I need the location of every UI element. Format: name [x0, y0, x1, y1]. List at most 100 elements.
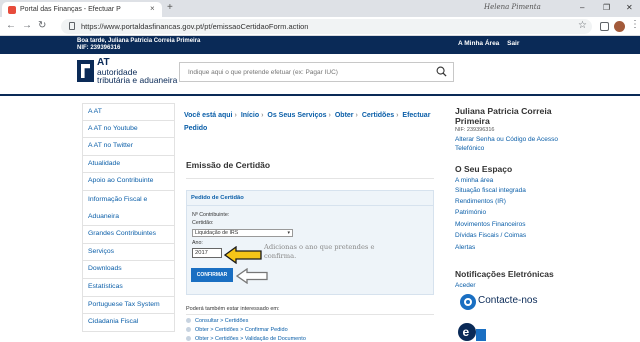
yellow-arrow-icon: [224, 246, 262, 264]
sidebar-item-informacao[interactable]: Informação Fiscal e Aduaneira: [82, 190, 175, 227]
form-heading: Pedido de Certidão: [191, 195, 244, 201]
forward-icon[interactable]: →: [22, 20, 32, 32]
breadcrumb-separator: ›: [396, 112, 399, 119]
profile-avatar[interactable]: [614, 21, 625, 32]
breadcrumb-obter[interactable]: Obter: [335, 112, 354, 119]
new-tab-icon[interactable]: +: [167, 2, 173, 14]
annotation-note: Adicionas o ano que pretendes e confirma…: [264, 243, 375, 260]
also-link[interactable]: Obter > Certidões > Validação de Documen…: [186, 336, 306, 342]
sidebar-item-youtube[interactable]: A AT no Youtube: [82, 120, 175, 139]
contact-icon: [460, 294, 476, 310]
bookmark-star-icon[interactable]: ☆: [578, 20, 587, 32]
search-box: [179, 62, 454, 82]
espaco-link[interactable]: Rendimentos (IR): [455, 198, 506, 205]
browser-tab[interactable]: Portal das Finanças - Efectuar P ×: [2, 2, 162, 17]
tab-close-icon[interactable]: ×: [150, 3, 155, 15]
breadcrumb-separator: ›: [261, 112, 264, 119]
sidebar-item-atualidade[interactable]: Atualidade: [82, 155, 175, 174]
browser-tabbar: Portal das Finanças - Efectuar P × + Hel…: [0, 0, 640, 17]
search-input[interactable]: [180, 63, 425, 81]
sidebar-item-tax-system[interactable]: Portuguese Tax System: [82, 296, 175, 315]
gray-arrow-icon: [236, 268, 268, 284]
breadcrumb-separator: ›: [328, 112, 331, 119]
espaco-link[interactable]: Situação fiscal integrada: [455, 187, 526, 194]
certificate-select[interactable]: Liquidação de IRS ▾: [192, 229, 293, 237]
sidebar-item-cidadania[interactable]: Cidadania Fiscal: [82, 314, 175, 332]
title-divider: [186, 178, 434, 179]
breadcrumb-inicio[interactable]: Início: [241, 112, 259, 119]
chevron-down-icon: ▾: [287, 230, 290, 236]
certificate-select-value: Liquidação de IRS: [195, 230, 239, 236]
link-alterar-senha[interactable]: Alterar Senha ou Código de Acesso: [455, 136, 558, 143]
sidebar-item-a-at[interactable]: A AT: [82, 103, 175, 121]
certificate-label: Certidão:: [192, 220, 214, 226]
espaco-link[interactable]: A minha área: [455, 177, 493, 184]
omnibox[interactable]: https://www.portaldasfinancas.gov.pt/pt/…: [61, 19, 592, 34]
sidebar-item-apoio[interactable]: Apoio ao Contribuinte: [82, 173, 175, 191]
at-logo-icon[interactable]: [77, 60, 94, 82]
year-label: Ano:: [192, 240, 203, 246]
reload-icon[interactable]: ↻: [38, 20, 46, 32]
breadcrumb-servicos[interactable]: Os Seus Serviços: [267, 112, 326, 119]
user-name: Juliana Patricia Correia Primeira: [455, 106, 552, 126]
also-link-text: Obter > Certidões > Confirmar Pedido: [195, 327, 288, 333]
espaco-title: O Seu Espaço: [455, 164, 513, 174]
sidebar-item-estatisticas[interactable]: Estatísticas: [82, 278, 175, 297]
nif-label: Nº Contribuinte:: [192, 212, 230, 218]
form-divider: [187, 205, 433, 206]
breadcrumb: Você está aqui › Início › Os Seus Serviços…: [184, 109, 434, 135]
browser-menu-icon[interactable]: ⋮: [630, 19, 640, 31]
site-topbar: Boa tarde, Juliana Patricia Correia Prim…: [0, 36, 640, 54]
espaco-link[interactable]: Movimentos Financeiros: [455, 221, 525, 228]
favicon-icon: [8, 6, 16, 14]
address-bar: ← → ↻ https://www.portaldasfinancas.gov.…: [0, 17, 640, 36]
maximize-icon[interactable]: ❐: [603, 2, 610, 14]
link-telefonico[interactable]: Telefónico: [455, 145, 484, 152]
sidebar-item-downloads[interactable]: Downloads: [82, 261, 175, 279]
breadcrumb-prefix: Você está aqui: [184, 112, 233, 119]
breadcrumb-separator: ›: [234, 112, 237, 119]
breadcrumb-certidoes[interactable]: Certidões: [362, 112, 394, 119]
page-title: Emissão de Certidão: [186, 160, 271, 170]
minimize-icon[interactable]: –: [580, 2, 584, 14]
confirm-button[interactable]: CONFIRMAR: [191, 268, 233, 282]
year-input[interactable]: 2017: [192, 248, 222, 258]
contact-text: Contacte-nos: [478, 295, 538, 306]
svg-text:e: e: [463, 325, 470, 339]
site-header: AT autoridade tributária e aduaneira: [0, 54, 640, 94]
also-link[interactable]: Obter > Certidões > Confirmar Pedido: [186, 327, 288, 333]
greeting: Boa tarde, Juliana Patricia Correia Prim…: [77, 38, 200, 52]
lock-icon: [69, 22, 75, 30]
also-link-text: Obter > Certidões > Validação de Documen…: [195, 336, 306, 342]
efatura-icon[interactable]: e: [458, 320, 488, 341]
profile-name: Helena Pimenta: [484, 3, 541, 11]
sidebar-item-twitter[interactable]: A AT no Twitter: [82, 138, 175, 156]
espaco-link[interactable]: Alertas: [455, 244, 475, 251]
sidebar-item-servicos[interactable]: Serviços: [82, 243, 175, 262]
espaco-link[interactable]: Dívidas Fiscais / Coimas: [455, 232, 526, 239]
bullet-icon: [186, 327, 191, 332]
logo-line2: tributária e aduaneira: [97, 75, 178, 85]
back-icon[interactable]: ←: [6, 20, 16, 32]
link-minha-area[interactable]: A Minha Área: [458, 40, 499, 47]
sidebar: A AT A AT no Youtube A AT no Twitter Atu…: [82, 103, 175, 332]
breadcrumb-separator: ›: [355, 112, 358, 119]
bullet-icon: [186, 336, 191, 341]
espaco-link[interactable]: Património: [455, 209, 486, 216]
notif-title: Notificações Eletrónicas: [455, 269, 554, 279]
window-close-icon[interactable]: ✕: [626, 2, 633, 14]
also-link-text: Consultar > Certidões: [195, 318, 249, 324]
also-link[interactable]: Consultar > Certidões: [186, 318, 248, 324]
url-text[interactable]: https://www.portaldasfinancas.gov.pt/pt/…: [81, 21, 308, 32]
link-sair[interactable]: Sair: [507, 40, 519, 47]
search-icon[interactable]: [436, 66, 447, 77]
link-aceder[interactable]: Aceder: [455, 282, 476, 289]
greeting-text: Boa tarde, Juliana Patricia Correia Prim…: [77, 38, 201, 44]
tab-title: Portal das Finanças - Efectuar P: [20, 6, 121, 13]
extension-icon[interactable]: [600, 22, 609, 31]
sidebar-item-grandes[interactable]: Grandes Contribuintes: [82, 226, 175, 244]
bullet-icon: [186, 318, 191, 323]
header-divider: [0, 94, 640, 96]
user-nif: NIF: 239396316: [455, 127, 495, 133]
greeting-nif: NIF: 239396316: [77, 45, 121, 51]
